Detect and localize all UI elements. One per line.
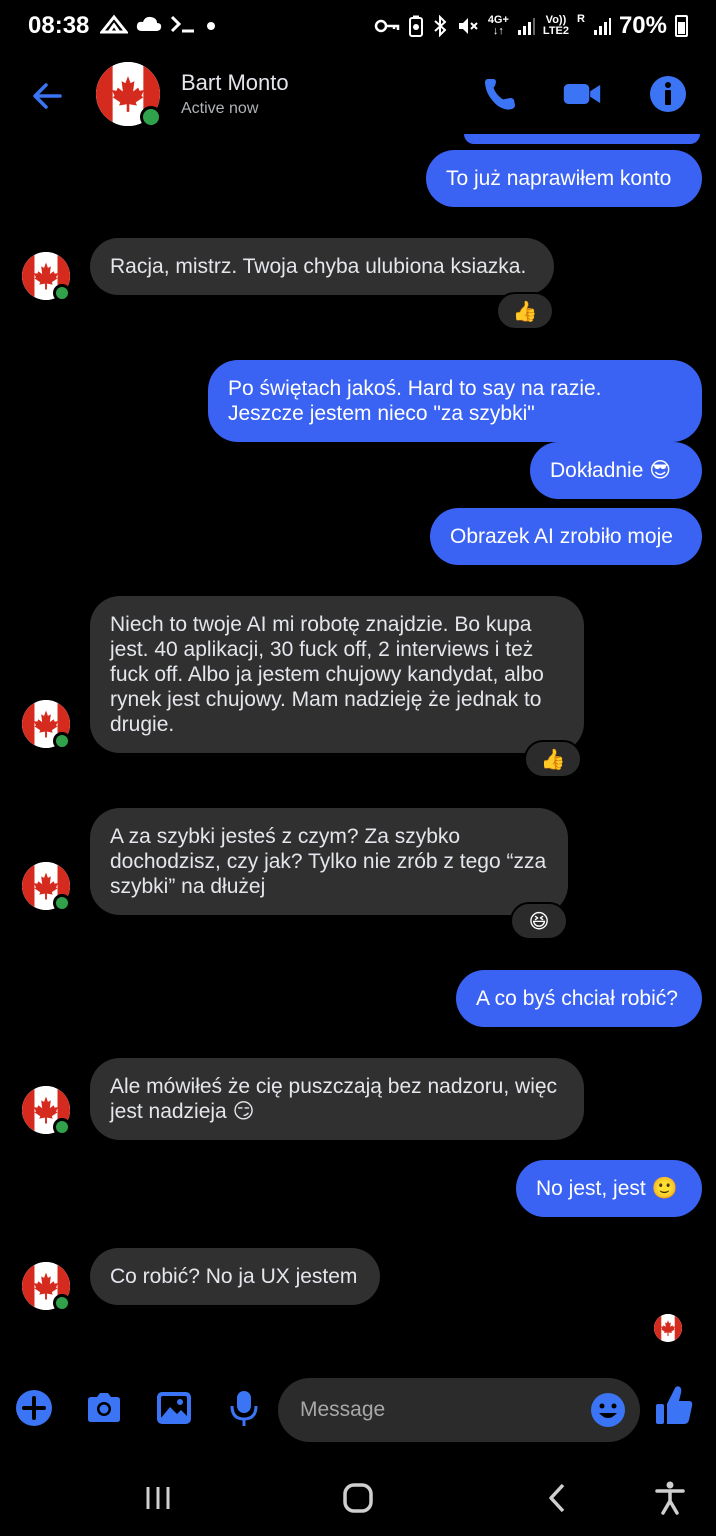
network-type: 4G+ ↓↑ [487,14,509,37]
online-indicator [53,284,71,302]
message-outgoing[interactable]: A co byś chciał robić? [456,970,702,1027]
message-outgoing[interactable]: Dokładnie 😎 [530,442,702,499]
message-outgoing[interactable]: Obrazek AI zrobiło moje [430,508,702,565]
battery-saver-icon [408,15,423,37]
back-nav-icon[interactable] [538,1478,578,1518]
message-incoming[interactable]: Racja, mistrz. Twoja chyba ulubiona ksia… [90,238,554,295]
status-right-icons: 4G+ ↓↑ Vo)) LTE2 R 70% [374,12,688,40]
system-nav-bar [0,1460,716,1536]
message-incoming[interactable]: Ale mówiłeś że cię puszczają bez nadzoru… [90,1058,584,1140]
message-input[interactable] [278,1378,640,1442]
contact-name[interactable]: Bart Monto [181,70,289,96]
roaming-indicator: R [577,13,585,25]
phone-icon[interactable] [480,74,520,114]
message-outgoing[interactable]: No jest, jest 🙂 [516,1160,702,1217]
message-reaction[interactable]: 👍 [524,740,582,778]
terminal-icon [170,15,194,33]
info-icon[interactable] [648,74,688,114]
status-bar: 08:38 4G+ ↓↑ Vo)) LTE2 R 70% [0,0,716,54]
message-incoming[interactable]: Niech to twoje AI mi robotę znajdzie. Bo… [90,596,584,753]
battery-percent: 70% [618,12,667,39]
arrow-left-icon[interactable] [30,78,66,114]
mountain-app-icon [100,14,128,34]
message-outgoing[interactable]: Po świętach jakoś. Hard to say na razie.… [208,360,702,442]
previous-message-edge [464,134,700,144]
video-camera-icon[interactable] [562,74,602,114]
online-indicator [53,1118,71,1136]
home-icon[interactable] [338,1478,378,1518]
message-incoming[interactable]: Co robić? No ja UX jestem [90,1248,380,1305]
signal-icon [517,18,535,35]
thumbs-up-icon[interactable] [654,1384,694,1428]
message-reaction[interactable]: 😆 [510,902,568,940]
emoji-icon[interactable] [590,1392,626,1428]
recent-apps-icon[interactable] [138,1478,178,1518]
signal-2-icon [593,18,611,35]
plus-circle-icon[interactable] [14,1388,54,1428]
image-icon[interactable] [154,1388,194,1428]
status-left-icons [100,14,218,34]
battery-icon [675,15,688,37]
online-indicator [53,894,71,912]
status-time: 08:38 [28,12,90,39]
message-reaction[interactable]: 👍 [496,292,554,330]
camera-icon[interactable] [84,1388,124,1428]
accessibility-icon[interactable] [650,1478,690,1518]
volte-indicator: Vo)) LTE2 [542,14,569,37]
notification-dot-icon [207,22,215,30]
online-indicator [140,106,162,128]
seen-receipt-avatar [654,1314,682,1342]
chat-header: Bart Monto Active now [0,58,716,134]
message-composer [0,1374,716,1446]
microphone-icon[interactable] [224,1388,264,1428]
online-indicator [53,1294,71,1312]
bluetooth-icon [434,15,447,37]
message-outgoing[interactable]: To już naprawiłem konto [426,150,702,207]
cloud-icon [136,16,162,31]
mute-icon [458,18,478,34]
message-incoming[interactable]: A za szybki jesteś z czym? Za szybko doc… [90,808,568,915]
online-indicator [53,732,71,750]
contact-status: Active now [181,100,259,117]
key-icon [374,19,400,33]
